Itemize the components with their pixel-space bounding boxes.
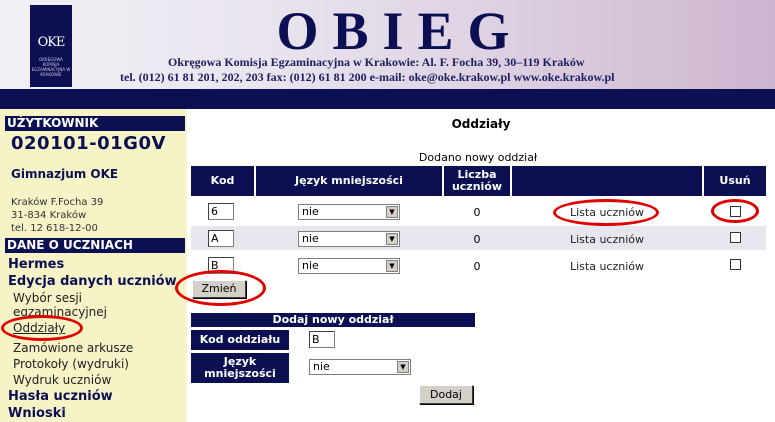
liczba-value: 0 (473, 206, 481, 219)
col-header-usun: Usuń (704, 166, 766, 196)
user-header: UŻYTKOWNIK (5, 116, 185, 131)
sidebar-item-wnioski[interactable]: Wnioski (8, 406, 66, 421)
jezyk-select[interactable]: nie ▼ (298, 204, 400, 220)
col-header-jezyk: Język mniejszości (256, 166, 442, 196)
highlight-usun (711, 199, 759, 223)
kod-oddzialu-label: Kod oddziału (191, 330, 289, 350)
new-jezyk-select[interactable]: nie ▼ (309, 359, 411, 375)
sidebar-item-wydruk[interactable]: Wydruk uczniów (13, 373, 111, 387)
new-jezyk-value: nie (313, 360, 330, 373)
jezyk-select[interactable]: nie ▼ (298, 258, 400, 274)
section-header: DANE O UCZNIACH (5, 238, 185, 253)
user-code: 020101-01G0V (11, 133, 166, 154)
school-address: Kraków F.Focha 39 (11, 197, 104, 208)
contact-line: tel. (012) 61 81 201, 202, 203 fax: (012… (120, 70, 615, 84)
add-section-title: Dodaj nowy oddział (272, 313, 394, 326)
liczba-value: 0 (473, 233, 481, 246)
sidebar-item-zamowione[interactable]: Zamówione arkusze (13, 341, 133, 355)
page-title: Oddziały (451, 117, 511, 131)
school-postcode: 31-834 Kraków (11, 210, 87, 221)
jezyk-select-value: nie (302, 205, 319, 218)
col-kod-label: Kod (210, 174, 235, 187)
sidebar-item-wybor-sesji[interactable]: Wybór sesji (13, 291, 82, 305)
jezyk-select[interactable]: nie ▼ (298, 231, 400, 247)
lista-uczniow-link[interactable]: Lista uczniów (512, 233, 702, 246)
school-phone: tel. 12 618-12-00 (11, 223, 98, 234)
highlight-change (175, 270, 266, 306)
col-header-lista (512, 166, 702, 196)
new-kod-input[interactable]: B (309, 331, 335, 348)
highlight-lista (553, 199, 659, 226)
address-line: Okręgowa Komisja Egzaminacyjna w Krakowi… (168, 55, 585, 69)
jezyk-mniejszosci-label: Język mniejszości (191, 353, 289, 383)
usun-checkbox[interactable] (730, 259, 741, 270)
col-liczba-label-2: uczniów (451, 180, 503, 193)
logo-caption: Okręgowa Komisja Egzaminacyjna w Krakowi… (31, 57, 71, 77)
jezyk-select-value: nie (302, 259, 319, 272)
liczba-value: 0 (473, 260, 481, 273)
app-title: OBIEG (276, 1, 524, 61)
usun-checkbox[interactable] (730, 232, 741, 243)
kod-input[interactable]: A (208, 230, 234, 247)
school-name: Gimnazjum OKE (11, 167, 119, 181)
table-row: B nie ▼ 0 Lista uczniów (191, 253, 766, 277)
jezyk-select-value: nie (302, 232, 319, 245)
sidebar-item-protokoly[interactable]: Protokoły (wydruki) (13, 357, 129, 371)
table-row: 6 nie ▼ 0 Lista uczniów (191, 199, 766, 223)
nav-bar (0, 89, 775, 109)
col-jezyk-label: Język mniejszości (295, 174, 403, 187)
sidebar-item-edycja[interactable]: Edycja danych uczniów (8, 274, 177, 289)
jezyk-label-line2: mniejszości (204, 367, 276, 380)
sidebar-item-hasla[interactable]: Hasła uczniów (8, 389, 113, 404)
main-content: Oddziały Dodano nowy oddział Kod Język m… (175, 109, 775, 422)
oke-logo: OKE Okręgowa Komisja Egzaminacyjna w Kra… (30, 5, 72, 87)
header-banner: OKE Okręgowa Komisja Egzaminacyjna w Kra… (0, 0, 775, 89)
col-header-liczba: Liczba uczniów (444, 166, 510, 196)
chevron-down-icon: ▼ (386, 233, 398, 245)
logo-mark: OKE (37, 35, 66, 50)
status-message: Dodano nowy oddział (418, 151, 538, 164)
add-button[interactable]: Dodaj (419, 385, 473, 404)
highlight-oddzialy (1, 315, 83, 341)
sidebar: UŻYTKOWNIK 020101-01G0V Gimnazjum OKE Kr… (0, 109, 187, 422)
sidebar-item-hermes[interactable]: Hermes (8, 257, 64, 272)
chevron-down-icon: ▼ (386, 260, 398, 272)
kod-oddzialu-text: Kod oddziału (199, 333, 281, 346)
chevron-down-icon: ▼ (397, 361, 409, 373)
lista-uczniow-link[interactable]: Lista uczniów (512, 260, 702, 273)
chevron-down-icon: ▼ (386, 206, 398, 218)
col-header-kod: Kod (191, 166, 254, 196)
col-usun-label: Usuń (719, 174, 751, 187)
kod-input[interactable]: 6 (208, 203, 234, 220)
add-section-header: Dodaj nowy oddział (191, 313, 475, 327)
table-row: A nie ▼ 0 Lista uczniów (191, 226, 766, 250)
